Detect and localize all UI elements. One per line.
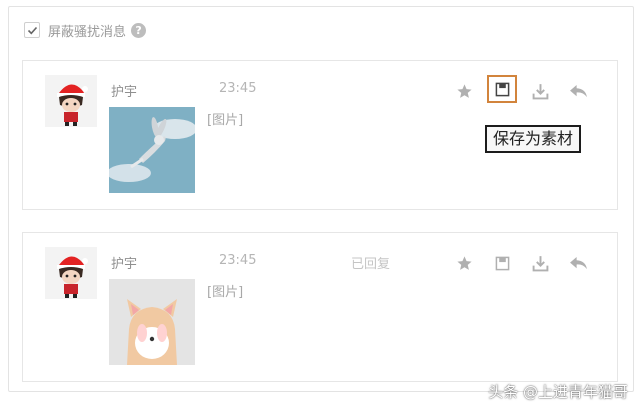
download-button[interactable] xyxy=(521,79,559,103)
download-button[interactable] xyxy=(521,251,559,275)
star-button[interactable] xyxy=(445,79,483,103)
message-content: [图片] xyxy=(207,285,244,300)
message-actions xyxy=(445,251,597,275)
save-as-material-tooltip: 保存为素材 xyxy=(485,125,582,153)
message-card: 护宇 23:45 已回复 [图片] xyxy=(22,232,618,382)
save-as-material-icon xyxy=(495,256,509,270)
reply-icon xyxy=(569,84,587,97)
reply-status: 已回复 xyxy=(351,257,391,272)
sender-name: 护宇 xyxy=(111,257,138,272)
reply-icon xyxy=(569,256,587,269)
save-as-material-icon xyxy=(495,82,509,96)
download-icon xyxy=(532,83,548,99)
save-as-material-button[interactable] xyxy=(483,251,521,275)
star-icon xyxy=(456,255,472,270)
sender-name: 护宇 xyxy=(111,85,138,100)
star-icon xyxy=(456,83,472,98)
filter-row: 屏蔽骚扰消息 ? xyxy=(24,20,147,40)
watermark: 头条 @上进青年猫哥 xyxy=(488,383,628,401)
save-as-material-button[interactable] xyxy=(487,75,517,103)
message-content: [图片] xyxy=(207,113,244,128)
help-icon[interactable]: ? xyxy=(131,22,147,38)
image-thumbnail[interactable] xyxy=(109,279,195,365)
block-harassment-label: 屏蔽骚扰消息 xyxy=(48,24,127,40)
message-time: 23:45 xyxy=(219,81,257,96)
avatar[interactable] xyxy=(45,75,97,127)
reply-button[interactable] xyxy=(559,251,597,275)
download-icon xyxy=(532,255,548,271)
checkmark-icon xyxy=(27,26,37,34)
avatar[interactable] xyxy=(45,247,97,299)
message-time: 23:45 xyxy=(219,253,257,268)
block-harassment-checkbox[interactable] xyxy=(24,22,40,38)
star-button[interactable] xyxy=(445,251,483,275)
reply-button[interactable] xyxy=(559,79,597,103)
message-actions xyxy=(445,75,597,103)
image-thumbnail[interactable] xyxy=(109,107,195,193)
